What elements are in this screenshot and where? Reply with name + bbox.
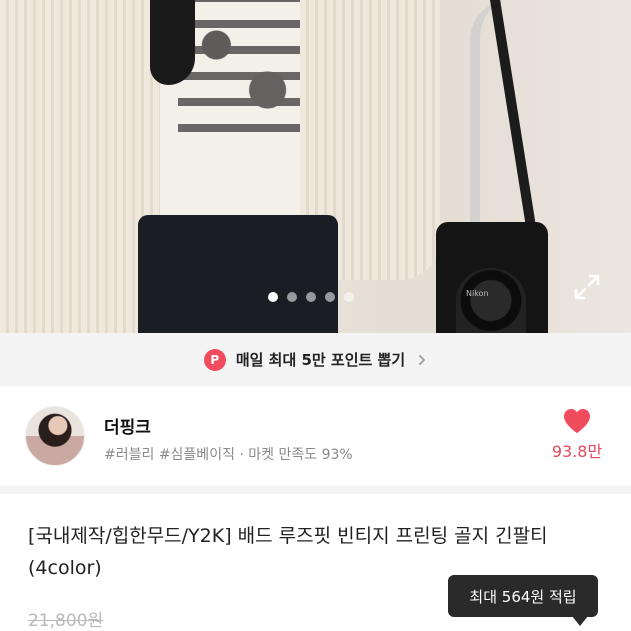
- tee-print-graphic: [178, 0, 306, 150]
- points-tooltip-text: 최대 564원 적립: [469, 587, 577, 606]
- carousel-dot[interactable]: [325, 292, 335, 302]
- like-count: 93.8만: [551, 442, 603, 461]
- model-hair: [150, 0, 195, 85]
- carousel-dot[interactable]: [306, 292, 316, 302]
- expand-icon[interactable]: [572, 272, 602, 302]
- carousel-dot[interactable]: [287, 292, 297, 302]
- black-skirt: [138, 215, 338, 333]
- original-price: 21,800원: [28, 611, 104, 631]
- camera-lens: [456, 268, 526, 333]
- camera-brand-label: Nikon: [466, 289, 489, 298]
- product-image[interactable]: Nikon: [0, 0, 631, 333]
- points-banner-text: 매일 최대 5만 포인트 뽑기: [235, 351, 406, 369]
- section-divider: [0, 486, 631, 494]
- carousel-indicator: [268, 292, 354, 302]
- like-button[interactable]: 93.8만: [545, 408, 609, 462]
- shop-info-row: 더핑크 #러블리 #심플베이직 · 마켓 만족도 93% 93.8만: [0, 386, 631, 486]
- carousel-dot-active[interactable]: [268, 292, 278, 302]
- points-event-banner[interactable]: P 매일 최대 5만 포인트 뽑기: [0, 333, 631, 386]
- shop-tags: #러블리 #심플베이직 · 마켓 만족도 93%: [104, 447, 353, 463]
- shop-avatar[interactable]: [25, 406, 85, 466]
- tooltip-tail: [572, 616, 588, 626]
- points-tooltip: 최대 564원 적립: [448, 575, 598, 617]
- points-badge-icon: P: [203, 348, 226, 371]
- chevron-right-icon: [419, 354, 426, 365]
- shop-name[interactable]: 더핑크: [104, 413, 151, 438]
- carousel-dot[interactable]: [344, 292, 354, 302]
- heart-icon: [564, 409, 590, 433]
